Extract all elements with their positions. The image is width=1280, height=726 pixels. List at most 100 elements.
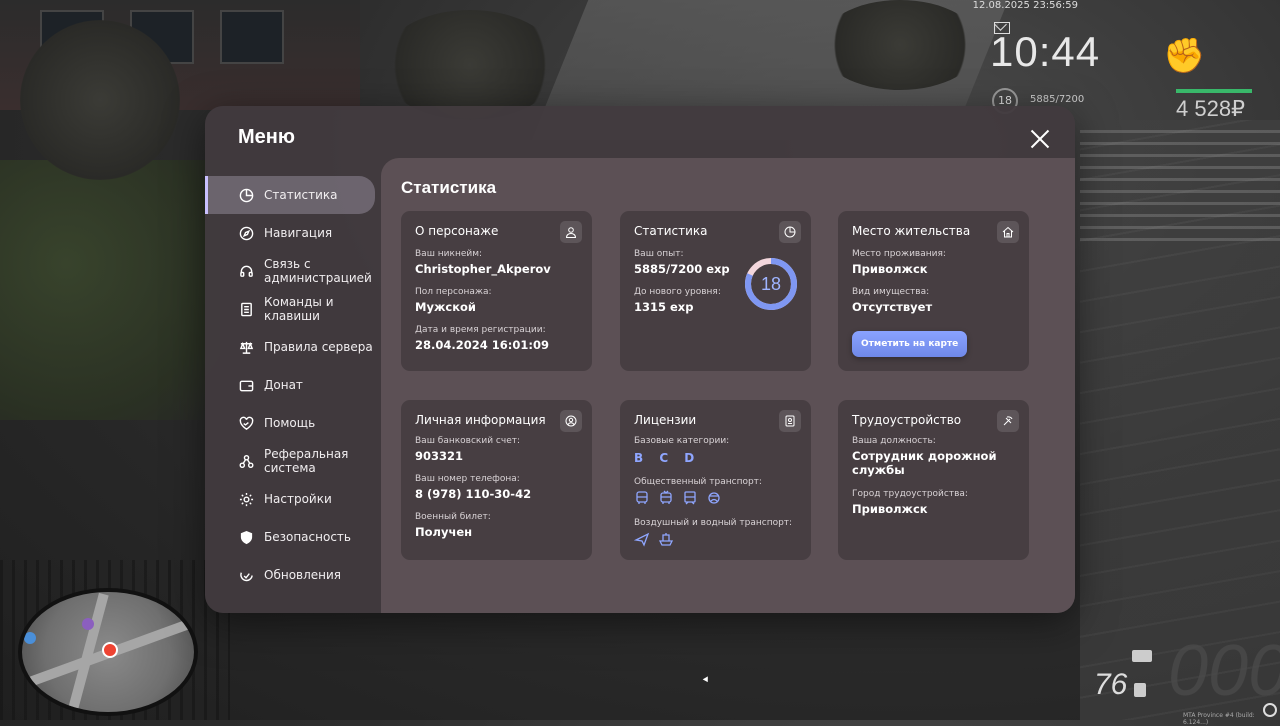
pie-chart-icon: [238, 187, 254, 203]
sidebar-item-settings[interactable]: Настройки: [205, 480, 381, 518]
content-panel: Статистика О персонаже Ваш никнейм: Chri…: [381, 158, 1075, 613]
property-label: Вид имущества:: [852, 287, 930, 297]
phone-label: Ваш номер телефона:: [415, 474, 520, 484]
air-water-transport-label: Воздушный и водный транспорт:: [634, 518, 793, 528]
position-label: Ваша должность:: [852, 436, 936, 446]
hud-money: 4 528₽: [1176, 96, 1246, 121]
trolleybus-icon: [660, 490, 672, 504]
close-button[interactable]: [1029, 128, 1051, 150]
gear-icon: [238, 491, 254, 507]
residence-value: Приволжск: [852, 262, 928, 276]
next-level-label: До нового уровня:: [634, 287, 721, 297]
base-categories-value: B C D: [634, 451, 701, 465]
gender-label: Пол персонажа:: [415, 287, 492, 297]
hud-exp: 5885/7200: [1030, 94, 1085, 105]
property-value: Отсутствует: [852, 300, 933, 314]
house-icon: [997, 221, 1019, 243]
sidebar-item-referral[interactable]: Реферальная система: [205, 442, 381, 480]
sidebar-item-label: Правила сервера: [264, 340, 373, 354]
sidebar-item-label: Безопасность: [264, 530, 351, 544]
card-residence: Место жительства Место проживания: Приво…: [838, 211, 1029, 371]
tram-icon: [684, 491, 696, 505]
page-title: Статистика: [401, 178, 497, 197]
map-pin-icon: [82, 618, 94, 630]
mark-on-map-button[interactable]: Отметить на карте: [852, 331, 968, 357]
sidebar-item-label: Статистика: [264, 188, 338, 202]
health-bar: [1176, 89, 1252, 93]
registration-label: Дата и время регистрации:: [415, 325, 546, 335]
registration-value: 28.04.2024 16:01:09: [415, 338, 549, 352]
background-crosswalk: [1080, 130, 1280, 250]
speedometer-value: 76: [1094, 668, 1128, 701]
work-city-label: Город трудоустройства:: [852, 489, 968, 499]
shield-icon: [238, 529, 254, 545]
card-statistics: Статистика Ваш опыт: 5885/7200 exp До но…: [620, 211, 811, 371]
speedometer-background: 000: [1168, 631, 1280, 711]
background-grass: [0, 160, 220, 420]
card-title: Статистика: [634, 224, 708, 238]
sidebar-item-label: Помощь: [264, 416, 316, 430]
sidebar-item-label: Навигация: [264, 226, 333, 240]
user-circle-icon: [560, 410, 582, 432]
sidebar-item-commands[interactable]: Команды и клавиши: [205, 290, 381, 328]
sidebar-item-statistics[interactable]: Статистика: [205, 176, 375, 214]
air-water-transport-icons: [634, 531, 674, 547]
sidebar-item-navigation[interactable]: Навигация: [205, 214, 381, 252]
sidebar-item-label: Команды и клавиши: [264, 295, 334, 323]
work-city-value: Приволжск: [852, 502, 928, 516]
refresh-check-icon: [238, 567, 254, 583]
bus-icon: [636, 491, 648, 504]
id-card-icon: [779, 410, 801, 432]
menu-window: Меню Статистика Навигация Связь с админи…: [205, 106, 1075, 613]
exp-value: 5885/7200 exp: [634, 262, 730, 276]
sidebar-item-label: Донат: [264, 378, 303, 392]
user-icon: [560, 221, 582, 243]
card-title: Личная информация: [415, 413, 546, 427]
driver-icon: [708, 492, 720, 504]
gender-value: Мужской: [415, 300, 476, 314]
nickname-label: Ваш никнейм:: [415, 249, 483, 259]
card-title: Трудоустройство: [852, 413, 962, 427]
sidebar-item-help[interactable]: Помощь: [205, 404, 381, 442]
card-title: Место жительства: [852, 224, 971, 238]
sidebar-item-updates[interactable]: Обновления: [205, 556, 381, 594]
card-character: О персонаже Ваш никнейм: Christopher_Akp…: [401, 211, 592, 371]
network-icon: [238, 453, 254, 469]
level-value: 18: [760, 274, 782, 294]
residence-label: Место проживания:: [852, 249, 946, 259]
next-level-value: 1315 exp: [634, 300, 694, 314]
player-marker: [102, 642, 118, 658]
menu-title: Меню: [238, 126, 295, 148]
scales-icon: [238, 339, 254, 355]
sidebar-item-label: Связь с администрацией: [264, 257, 372, 285]
card-employment: Трудоустройство Ваша должность: Сотрудни…: [838, 400, 1029, 560]
pickaxe-icon: [997, 410, 1019, 432]
minimap[interactable]: [18, 588, 198, 716]
exp-label: Ваш опыт:: [634, 249, 684, 259]
sidebar-item-label: Реферальная система: [264, 447, 349, 475]
engine-icon: [1132, 650, 1152, 662]
fuel-icon: [1134, 683, 1146, 697]
hud-datetime: 12.08.2025 23:56:59: [972, 0, 1078, 11]
bank-label: Ваш банковский счет:: [415, 436, 521, 446]
sidebar-item-admin-contact[interactable]: Связь с администрацией: [205, 252, 381, 290]
sidebar: Статистика Навигация Связь с администрац…: [205, 176, 381, 594]
boat-icon: [658, 533, 674, 546]
background-tree: [820, 0, 980, 90]
hud-clock: 10:44: [990, 28, 1101, 75]
sidebar-item-security[interactable]: Безопасность: [205, 518, 381, 556]
sidebar-item-label: Настройки: [264, 492, 332, 506]
background-tree: [20, 20, 180, 180]
bank-value: 903321: [415, 449, 464, 463]
heart-handshake-icon: [238, 415, 254, 431]
settings-icon[interactable]: [1263, 703, 1277, 717]
compass-icon: [238, 225, 254, 241]
military-label: Военный билет:: [415, 512, 491, 522]
sidebar-item-rules[interactable]: Правила сервера: [205, 328, 381, 366]
airplane-icon: [634, 532, 650, 547]
wallet-icon: [238, 377, 254, 393]
card-licenses: Лицензии Базовые категории: B C D Общест…: [620, 400, 811, 560]
sidebar-item-label: Обновления: [264, 568, 342, 582]
position-value: Сотрудник дорожной службы: [852, 449, 997, 477]
sidebar-item-donate[interactable]: Донат: [205, 366, 381, 404]
